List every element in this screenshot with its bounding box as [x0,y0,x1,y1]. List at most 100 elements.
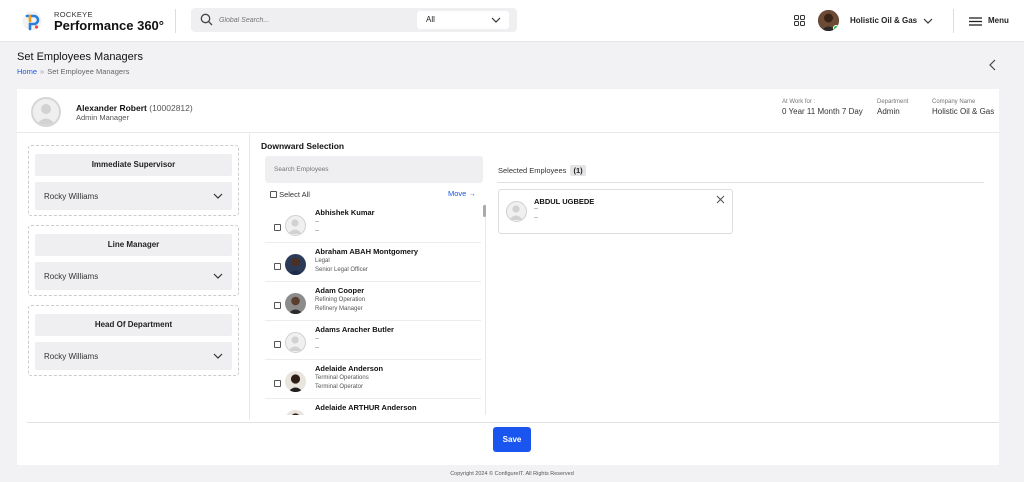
menu-button[interactable]: Menu [988,16,1009,25]
line-manager-box: Line Manager Rocky Williams [28,225,239,296]
immediate-supervisor-box: Immediate Supervisor Rocky Williams [28,145,239,216]
user-placeholder-icon [506,201,527,222]
rockeye-logo-icon[interactable] [22,10,42,32]
employee-designation: Senior Legal Officer [315,267,368,273]
apps-grid-icon[interactable] [794,15,805,26]
managers-column: Immediate Supervisor Rocky Williams Line… [17,134,250,420]
divider [27,422,999,423]
checkbox[interactable] [274,341,281,348]
selected-employee-department: -- [534,206,538,212]
employee-name: Adams Aracher Butler [315,325,394,334]
employee-role: Admin Manager [76,113,129,122]
breadcrumb: Home» Set Employee Managers [17,67,129,76]
brand-name[interactable]: Performance 360° [54,18,164,33]
chevron-down-icon [491,17,501,23]
list-scrollbar[interactable] [483,205,486,217]
company-label: Company Name [932,99,976,105]
chevron-left-icon[interactable] [988,59,998,71]
employee-search-input[interactable] [265,156,483,183]
immediate-supervisor-select[interactable]: Rocky Williams [35,182,232,210]
employee-avatar [31,97,61,127]
hamburger-menu-icon[interactable] [969,17,982,26]
head-of-department-box: Head Of Department Rocky Williams [28,305,239,376]
employee-photo [285,371,306,392]
chevron-down-icon [213,353,223,359]
list-item[interactable]: Abraham ABAH Montgomery Legal Senior Leg… [265,243,481,282]
checkbox[interactable] [274,224,281,231]
employee-photo [285,254,306,275]
page-title: Set Employees Managers [17,51,143,63]
employee-department: Terminal Operations [315,375,369,381]
head-of-department-value: Rocky Williams [44,352,99,361]
employee-designation: Refinery Manager [315,306,363,312]
employee-department: Legal [315,258,330,264]
employee-id: (10002812) [149,103,193,113]
line-manager-select[interactable]: Rocky Williams [35,262,232,290]
employee-name: Alexander Robert (10002812) [76,103,193,113]
list-item[interactable]: Adams Aracher Butler -- -- [265,321,481,360]
line-manager-heading: Line Manager [35,234,232,256]
employee-name-text: Alexander Robert [76,103,147,113]
move-button[interactable]: Move → [448,189,476,198]
downward-selection-title: Downward Selection [261,141,345,151]
list-item[interactable]: Abhishek Kumar -- -- [265,204,481,243]
search-icon [200,13,213,26]
breadcrumb-current: Set Employee Managers [47,67,130,76]
selected-employees-title: Selected Employees (1) [498,165,586,176]
at-work-label: At Work for : [782,99,816,105]
chevron-down-icon [213,193,223,199]
save-button[interactable]: Save [493,427,531,452]
at-work-value: 0 Year 11 Month 7 Day [782,107,863,116]
search-scope-value: All [426,15,435,24]
list-item[interactable]: Adelaide Anderson Terminal Operations Te… [265,360,481,399]
head-of-department-heading: Head Of Department [35,314,232,336]
breadcrumb-home-link[interactable]: Home [17,67,37,76]
online-status-dot [833,25,839,31]
user-placeholder-icon [285,215,306,236]
close-icon[interactable] [716,195,725,204]
chevron-down-icon[interactable] [922,15,934,27]
employee-photo [285,410,306,415]
user-avatar[interactable] [818,10,839,31]
employee-name: Adelaide ARTHUR Anderson [315,403,417,412]
employee-department: -- [315,219,319,225]
head-of-department-select[interactable]: Rocky Williams [35,342,232,370]
department-value: Admin [877,107,900,116]
list-item[interactable]: Adam Cooper Refining Operation Refinery … [265,282,481,321]
select-all-checkbox[interactable]: Select All [270,190,310,199]
line-manager-value: Rocky Williams [44,272,99,281]
checkbox[interactable] [274,263,281,270]
selected-employee-name: ABDUL UGBEDE [534,197,595,206]
divider [953,9,954,33]
selected-employees-label: Selected Employees [498,166,567,175]
selected-employee-card: ABDUL UGBEDE -- -- [498,189,733,234]
immediate-supervisor-value: Rocky Williams [44,192,99,201]
checkbox[interactable] [270,191,277,198]
employee-photo [285,293,306,314]
checkbox[interactable] [274,380,281,387]
employee-department: -- [315,336,319,342]
at-work-meta: At Work for : 0 Year 11 Month 7 Day [782,99,863,116]
immediate-supervisor-heading: Immediate Supervisor [35,154,232,176]
employee-designation: -- [315,228,319,234]
chevron-down-icon [213,273,223,279]
breadcrumb-separator: » [40,67,45,76]
main-card: Alexander Robert (10002812) Admin Manage… [17,89,999,465]
selected-employee-designation: -- [534,215,538,221]
search-scope-select[interactable]: All [417,11,509,29]
employee-designation: -- [315,345,319,351]
checkbox[interactable] [274,302,281,309]
divider [497,182,984,183]
employee-name: Abhishek Kumar [315,208,375,217]
list-item[interactable]: Adelaide ARTHUR Anderson [265,399,481,415]
global-search-input[interactable] [219,12,369,28]
top-bar: ROCKEYE Performance 360° All Holistic Oi… [0,0,1024,42]
department-meta: Department Admin [877,99,908,116]
copyright-text: Copyright 2024 © ConfigureIT. All Rights… [450,471,574,477]
employee-list[interactable]: Abhishek Kumar -- -- Abraham ABAH Montgo… [265,204,486,415]
employee-name: Adelaide Anderson [315,364,384,373]
company-switcher-label[interactable]: Holistic Oil & Gas [850,16,917,25]
select-all-label: Select All [279,190,310,199]
employee-department: Refining Operation [315,297,366,303]
company-meta: Company Name Holistic Oil & Gas [932,99,994,116]
